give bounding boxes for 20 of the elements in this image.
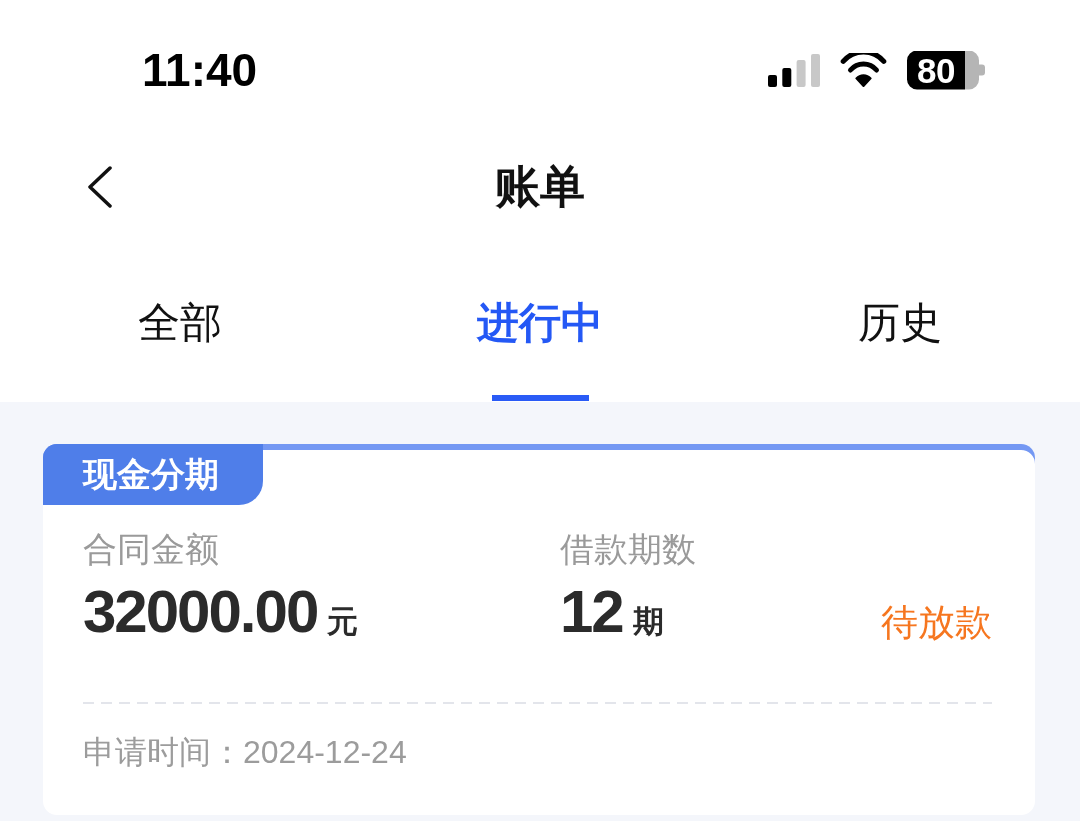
tab[interactable]: 进行中 — [467, 298, 613, 348]
term-value: 12 — [560, 579, 623, 645]
signal-icon — [768, 53, 820, 87]
status-text: 待放款 — [881, 601, 992, 645]
tab[interactable]: 历史 — [848, 298, 952, 348]
battery-level: 80 — [907, 50, 985, 90]
page-title: 账单 — [495, 161, 585, 213]
term-unit: 期 — [632, 603, 664, 641]
amount-unit: 元 — [327, 603, 359, 641]
tab[interactable]: 全部 — [128, 298, 232, 348]
amount-label: 合同金额 — [83, 529, 220, 569]
wifi-icon — [839, 53, 888, 87]
status-time: 11:40 — [142, 45, 258, 95]
back-button[interactable] — [85, 166, 115, 208]
term-label: 借款期数 — [560, 529, 697, 569]
apply-time-text: 申请时间：2024-12-24 — [83, 733, 408, 772]
bill-card[interactable]: 现金分期 合同金额 借款期数 32000.00 元 12 期 待放款 申请时间：2024-12-24 — [43, 444, 1035, 815]
loan-type-tag: 现金分期 — [43, 444, 263, 505]
back-icon — [87, 166, 113, 208]
amount-value: 32000.00 — [83, 579, 318, 645]
